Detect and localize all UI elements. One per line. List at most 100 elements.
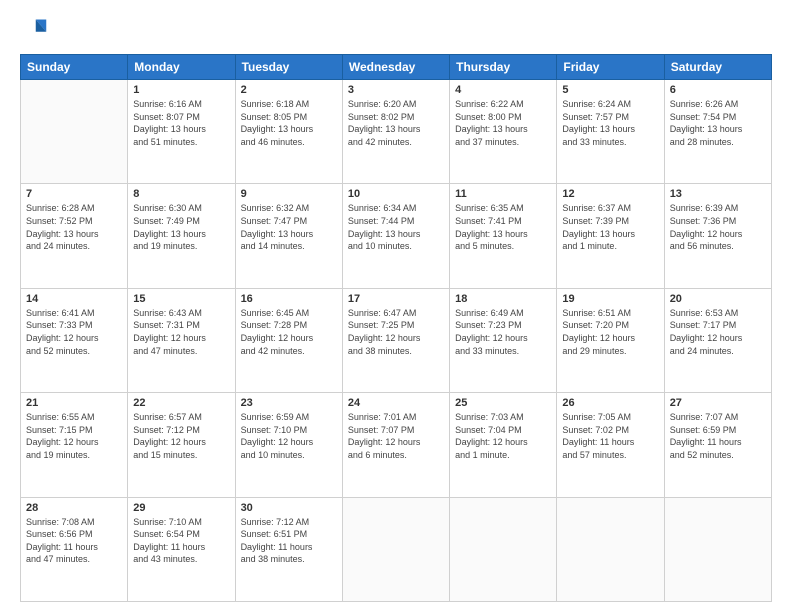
weekday-header-monday: Monday bbox=[128, 55, 235, 80]
day-number: 30 bbox=[241, 502, 337, 514]
day-number: 25 bbox=[455, 397, 551, 409]
calendar-cell: 4 Sunrise: 6:22 AM Sunset: 8:00 PM Daylig… bbox=[450, 80, 557, 184]
calendar-cell: 28Sunrise: 7:08 AM Sunset: 6:56 PM Dayli… bbox=[21, 497, 128, 601]
calendar-cell: 27 Sunrise: 7:07 AM Sunset: 6:59 PM Dayli… bbox=[664, 393, 771, 497]
calendar-cell: 20 Sunrise: 6:53 AM Sunset: 7:17 PM Dayli… bbox=[664, 288, 771, 392]
day-number: 27 bbox=[670, 397, 766, 409]
week-row-3: 14Sunrise: 6:41 AM Sunset: 7:33 PM Dayli… bbox=[21, 288, 772, 392]
weekday-header-tuesday: Tuesday bbox=[235, 55, 342, 80]
weekday-header-friday: Friday bbox=[557, 55, 664, 80]
calendar-cell: 19 Sunrise: 6:51 AM Sunset: 7:20 PM Dayli… bbox=[557, 288, 664, 392]
cell-content: Sunrise: 6:51 AM Sunset: 7:20 PM Dayligh… bbox=[562, 307, 658, 357]
logo bbox=[20, 16, 52, 44]
cell-content: Sunrise: 6:30 AM Sunset: 7:49 PM Dayligh… bbox=[133, 202, 229, 252]
cell-content: Sunrise: 6:20 AM Sunset: 8:02 PM Dayligh… bbox=[348, 98, 444, 148]
cell-content: Sunrise: 6:28 AM Sunset: 7:52 PM Dayligh… bbox=[26, 202, 122, 252]
day-number: 9 bbox=[241, 188, 337, 200]
calendar-table: SundayMondayTuesdayWednesdayThursdayFrid… bbox=[20, 54, 772, 602]
day-number: 29 bbox=[133, 502, 229, 514]
week-row-5: 28Sunrise: 7:08 AM Sunset: 6:56 PM Dayli… bbox=[21, 497, 772, 601]
day-number: 21 bbox=[26, 397, 122, 409]
calendar-cell bbox=[450, 497, 557, 601]
cell-content: Sunrise: 6:59 AM Sunset: 7:10 PM Dayligh… bbox=[241, 411, 337, 461]
cell-content: Sunrise: 7:12 AM Sunset: 6:51 PM Dayligh… bbox=[241, 516, 337, 566]
calendar-cell: 9 Sunrise: 6:32 AM Sunset: 7:47 PM Daylig… bbox=[235, 184, 342, 288]
cell-content: Sunrise: 6:57 AM Sunset: 7:12 PM Dayligh… bbox=[133, 411, 229, 461]
day-number: 1 bbox=[133, 84, 229, 96]
calendar-cell: 18 Sunrise: 6:49 AM Sunset: 7:23 PM Dayli… bbox=[450, 288, 557, 392]
calendar-cell: 1 Sunrise: 6:16 AM Sunset: 8:07 PM Daylig… bbox=[128, 80, 235, 184]
day-number: 16 bbox=[241, 293, 337, 305]
week-row-4: 21 Sunrise: 6:55 AM Sunset: 7:15 PM Dayli… bbox=[21, 393, 772, 497]
cell-content: Sunrise: 6:53 AM Sunset: 7:17 PM Dayligh… bbox=[670, 307, 766, 357]
cell-content: Sunrise: 7:07 AM Sunset: 6:59 PM Dayligh… bbox=[670, 411, 766, 461]
day-number: 7 bbox=[26, 188, 122, 200]
calendar-cell: 7 Sunrise: 6:28 AM Sunset: 7:52 PM Daylig… bbox=[21, 184, 128, 288]
day-number: 20 bbox=[670, 293, 766, 305]
calendar-cell bbox=[342, 497, 449, 601]
cell-content: Sunrise: 6:34 AM Sunset: 7:44 PM Dayligh… bbox=[348, 202, 444, 252]
day-number: 10 bbox=[348, 188, 444, 200]
cell-content: Sunrise: 6:47 AM Sunset: 7:25 PM Dayligh… bbox=[348, 307, 444, 357]
day-number: 2 bbox=[241, 84, 337, 96]
day-number: 12 bbox=[562, 188, 658, 200]
cell-content: Sunrise: 6:32 AM Sunset: 7:47 PM Dayligh… bbox=[241, 202, 337, 252]
calendar-cell: 3 Sunrise: 6:20 AM Sunset: 8:02 PM Daylig… bbox=[342, 80, 449, 184]
calendar-cell: 23Sunrise: 6:59 AM Sunset: 7:10 PM Dayli… bbox=[235, 393, 342, 497]
calendar-cell: 5 Sunrise: 6:24 AM Sunset: 7:57 PM Daylig… bbox=[557, 80, 664, 184]
page: SundayMondayTuesdayWednesdayThursdayFrid… bbox=[0, 0, 792, 612]
cell-content: Sunrise: 7:03 AM Sunset: 7:04 PM Dayligh… bbox=[455, 411, 551, 461]
week-row-1: 1 Sunrise: 6:16 AM Sunset: 8:07 PM Daylig… bbox=[21, 80, 772, 184]
cell-content: Sunrise: 7:05 AM Sunset: 7:02 PM Dayligh… bbox=[562, 411, 658, 461]
calendar-cell bbox=[21, 80, 128, 184]
weekday-header-thursday: Thursday bbox=[450, 55, 557, 80]
calendar-cell: 14Sunrise: 6:41 AM Sunset: 7:33 PM Dayli… bbox=[21, 288, 128, 392]
day-number: 15 bbox=[133, 293, 229, 305]
day-number: 17 bbox=[348, 293, 444, 305]
cell-content: Sunrise: 6:24 AM Sunset: 7:57 PM Dayligh… bbox=[562, 98, 658, 148]
calendar-cell: 22 Sunrise: 6:57 AM Sunset: 7:12 PM Dayli… bbox=[128, 393, 235, 497]
day-number: 13 bbox=[670, 188, 766, 200]
day-number: 24 bbox=[348, 397, 444, 409]
week-row-2: 7 Sunrise: 6:28 AM Sunset: 7:52 PM Daylig… bbox=[21, 184, 772, 288]
cell-content: Sunrise: 6:22 AM Sunset: 8:00 PM Dayligh… bbox=[455, 98, 551, 148]
cell-content: Sunrise: 6:55 AM Sunset: 7:15 PM Dayligh… bbox=[26, 411, 122, 461]
cell-content: Sunrise: 6:18 AM Sunset: 8:05 PM Dayligh… bbox=[241, 98, 337, 148]
calendar-cell: 25 Sunrise: 7:03 AM Sunset: 7:04 PM Dayli… bbox=[450, 393, 557, 497]
cell-content: Sunrise: 6:43 AM Sunset: 7:31 PM Dayligh… bbox=[133, 307, 229, 357]
calendar-cell: 24 Sunrise: 7:01 AM Sunset: 7:07 PM Dayli… bbox=[342, 393, 449, 497]
calendar-cell: 30 Sunrise: 7:12 AM Sunset: 6:51 PM Dayli… bbox=[235, 497, 342, 601]
cell-content: Sunrise: 6:41 AM Sunset: 7:33 PM Dayligh… bbox=[26, 307, 122, 357]
calendar-cell: 16 Sunrise: 6:45 AM Sunset: 7:28 PM Dayli… bbox=[235, 288, 342, 392]
calendar-cell: 2 Sunrise: 6:18 AM Sunset: 8:05 PM Daylig… bbox=[235, 80, 342, 184]
day-number: 4 bbox=[455, 84, 551, 96]
cell-content: Sunrise: 7:10 AM Sunset: 6:54 PM Dayligh… bbox=[133, 516, 229, 566]
calendar-cell bbox=[664, 497, 771, 601]
day-number: 3 bbox=[348, 84, 444, 96]
weekday-header-sunday: Sunday bbox=[21, 55, 128, 80]
calendar-cell: 26 Sunrise: 7:05 AM Sunset: 7:02 PM Dayli… bbox=[557, 393, 664, 497]
cell-content: Sunrise: 6:49 AM Sunset: 7:23 PM Dayligh… bbox=[455, 307, 551, 357]
day-number: 26 bbox=[562, 397, 658, 409]
day-number: 18 bbox=[455, 293, 551, 305]
day-number: 22 bbox=[133, 397, 229, 409]
calendar-cell: 29 Sunrise: 7:10 AM Sunset: 6:54 PM Dayli… bbox=[128, 497, 235, 601]
calendar-cell: 17 Sunrise: 6:47 AM Sunset: 7:25 PM Dayli… bbox=[342, 288, 449, 392]
calendar-cell: 11 Sunrise: 6:35 AM Sunset: 7:41 PM Dayli… bbox=[450, 184, 557, 288]
day-number: 19 bbox=[562, 293, 658, 305]
calendar-cell: 10 Sunrise: 6:34 AM Sunset: 7:44 PM Dayli… bbox=[342, 184, 449, 288]
cell-content: Sunrise: 6:45 AM Sunset: 7:28 PM Dayligh… bbox=[241, 307, 337, 357]
calendar-cell: 12Sunrise: 6:37 AM Sunset: 7:39 PM Dayli… bbox=[557, 184, 664, 288]
cell-content: Sunrise: 7:01 AM Sunset: 7:07 PM Dayligh… bbox=[348, 411, 444, 461]
day-number: 6 bbox=[670, 84, 766, 96]
day-number: 5 bbox=[562, 84, 658, 96]
weekday-header-wednesday: Wednesday bbox=[342, 55, 449, 80]
calendar-cell: 21 Sunrise: 6:55 AM Sunset: 7:15 PM Dayli… bbox=[21, 393, 128, 497]
logo-icon bbox=[20, 16, 48, 44]
cell-content: Sunrise: 6:16 AM Sunset: 8:07 PM Dayligh… bbox=[133, 98, 229, 148]
day-number: 8 bbox=[133, 188, 229, 200]
calendar-cell bbox=[557, 497, 664, 601]
day-number: 11 bbox=[455, 188, 551, 200]
cell-content: Sunrise: 6:35 AM Sunset: 7:41 PM Dayligh… bbox=[455, 202, 551, 252]
calendar-cell: 15 Sunrise: 6:43 AM Sunset: 7:31 PM Dayli… bbox=[128, 288, 235, 392]
